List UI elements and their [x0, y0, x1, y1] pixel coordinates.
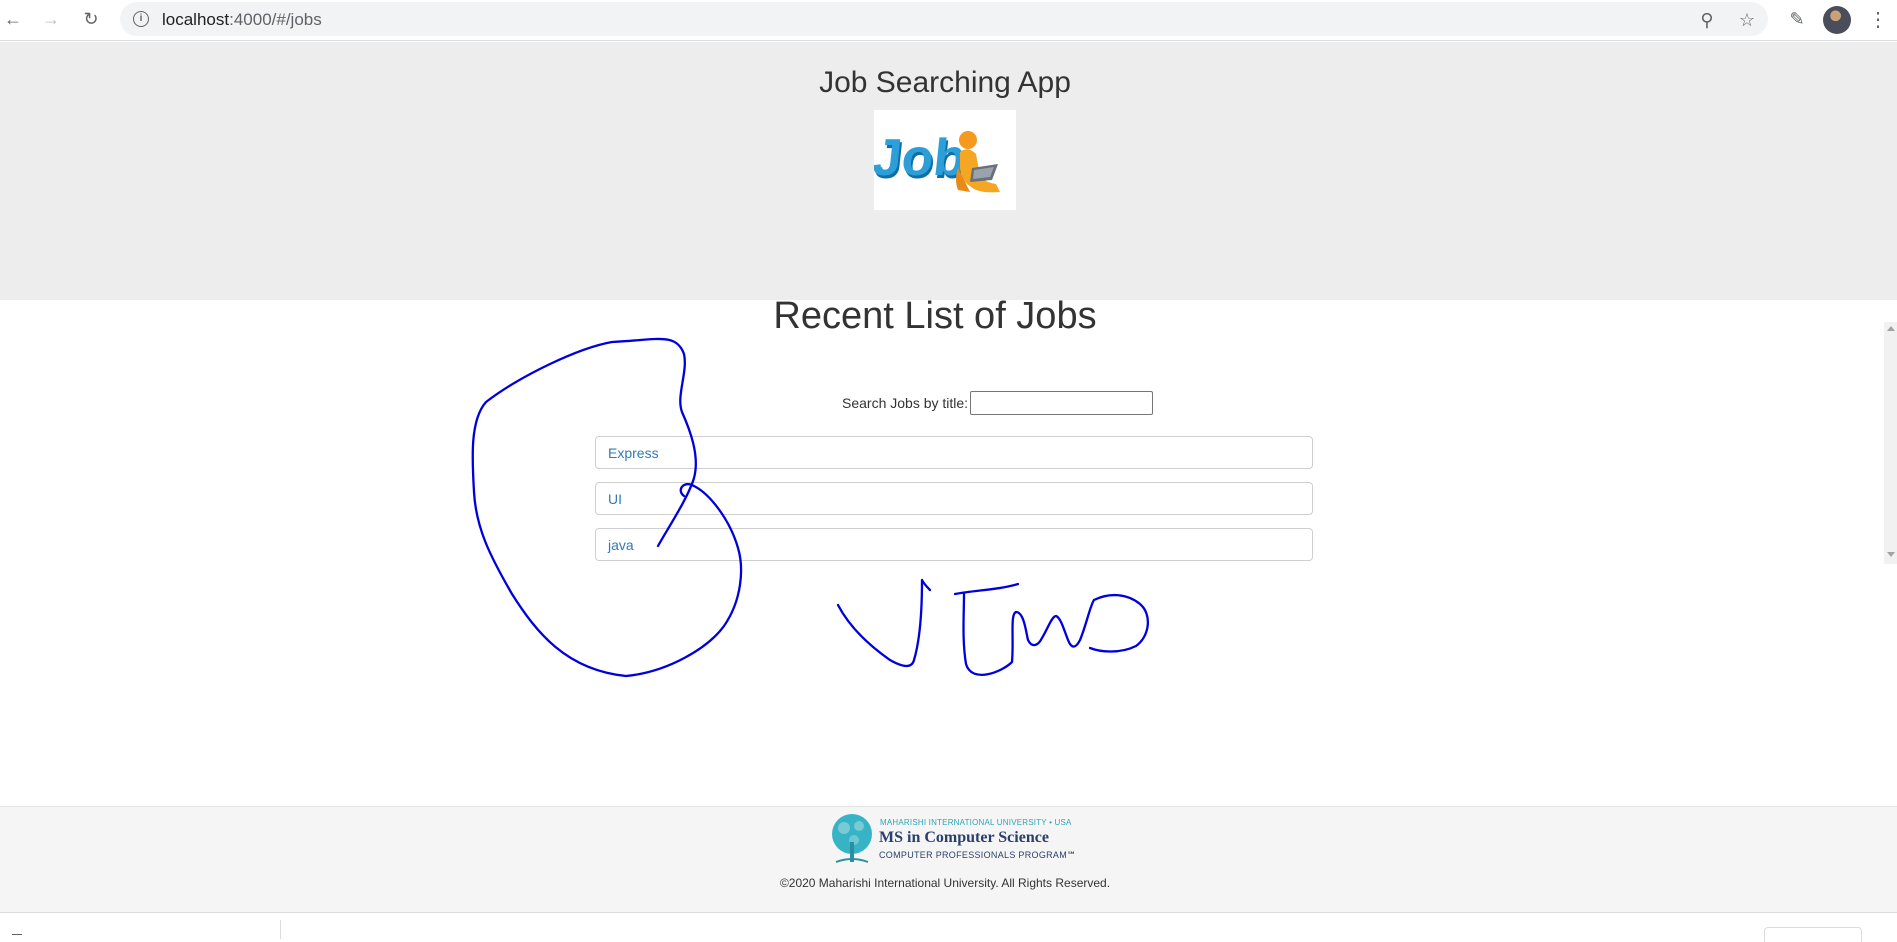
university-line: MAHARISHI INTERNATIONAL UNIVERSITY • USA — [880, 818, 1072, 827]
zoom-icon[interactable]: ⚲ — [1696, 9, 1718, 31]
search-input[interactable] — [970, 390, 1154, 415]
list-item[interactable]: java — [595, 528, 1313, 561]
search-row: Search Jobs by title: — [842, 389, 1154, 416]
app-title: Job Searching App — [819, 66, 1071, 99]
job-title-link[interactable]: java — [608, 537, 634, 553]
bottom-button[interactable] — [1764, 927, 1862, 942]
program-subtitle: COMPUTER PROFESSIONALS PROGRAM℠ — [879, 850, 1077, 860]
forward-icon[interactable]: → — [38, 6, 64, 32]
url-text[interactable]: localhost:4000/#/jobs — [162, 10, 322, 30]
search-label: Search Jobs by title: — [842, 394, 969, 411]
jobs-logo: Job Job — [870, 110, 1016, 210]
scrollbar[interactable] — [1884, 322, 1897, 564]
reload-icon[interactable]: ↻ — [78, 6, 104, 32]
bottom-divider — [280, 920, 281, 939]
star-icon[interactable]: ☆ — [1736, 9, 1758, 31]
page-title: Recent List of Jobs — [773, 295, 1097, 337]
address-bar[interactable]: i localhost:4000/#/jobs ⚲ ☆ — [120, 2, 1768, 36]
more-icon[interactable]: ⋮ — [1868, 6, 1888, 34]
extensions-icon[interactable]: ✎ — [1786, 8, 1808, 30]
bottom-bar — [0, 912, 1897, 940]
list-item[interactable]: UI — [595, 482, 1313, 515]
job-list: Express UI java — [595, 436, 1313, 574]
ink-word-stroke — [836, 578, 1149, 676]
job-title-link[interactable]: UI — [608, 491, 622, 507]
svg-text:Job: Job — [874, 129, 968, 187]
scroll-down-arrow[interactable] — [1887, 552, 1895, 557]
list-item[interactable]: Express — [595, 436, 1313, 469]
copyright-text: ©2020 Maharishi International University… — [779, 876, 1111, 890]
scroll-up-arrow[interactable] — [1887, 326, 1895, 331]
back-icon[interactable]: ← — [0, 6, 26, 32]
info-icon[interactable]: i — [133, 11, 149, 27]
job-title-link[interactable]: Express — [608, 445, 659, 461]
browser-toolbar: ← → ↻ i localhost:4000/#/jobs ⚲ ☆ ✎ ⋮ — [0, 0, 1897, 41]
program-title: MS in Computer Science — [879, 829, 1049, 846]
avatar[interactable] — [1823, 6, 1851, 34]
bottom-handle — [12, 934, 22, 935]
